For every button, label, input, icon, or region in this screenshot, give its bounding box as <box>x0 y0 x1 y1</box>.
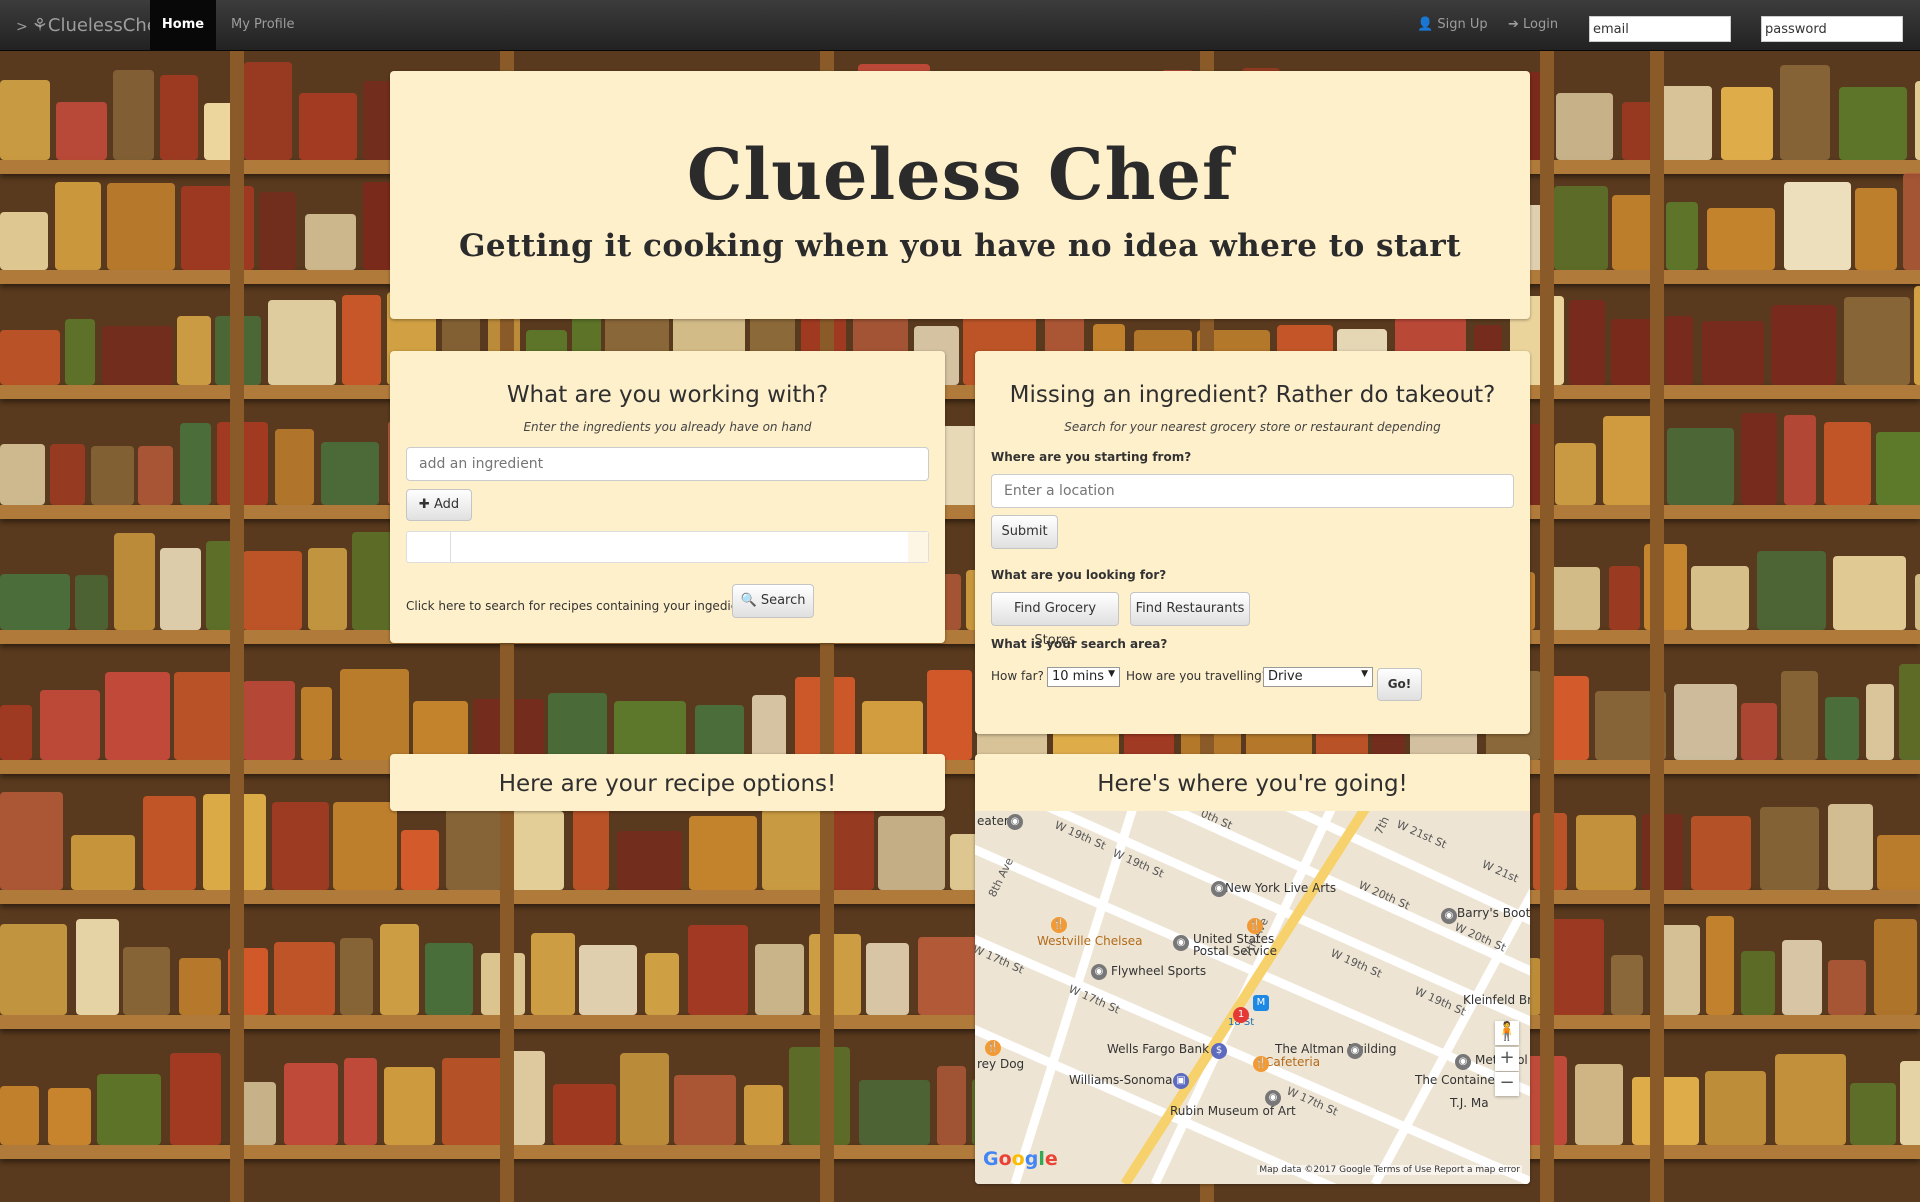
place-flywheel[interactable]: Flywheel Sports <box>1111 964 1206 978</box>
travel-value: Drive <box>1268 669 1303 684</box>
takeout-title: Missing an ingredient? Rather do takeout… <box>1009 382 1496 408</box>
poi-pin-icon[interactable]: ◉ <box>1455 1054 1471 1070</box>
add-ingredient-button[interactable]: ✚ Add <box>406 489 472 521</box>
map-panel: Here's where you're going! New York Live… <box>975 754 1530 1184</box>
distance-value: 10 mins <box>1052 669 1104 684</box>
brand[interactable]: > ⚘CluelessChef <box>16 0 164 51</box>
place-tj[interactable]: T.J. Ma <box>1450 1096 1489 1110</box>
looking-for-label: What are you looking for? <box>991 568 1167 582</box>
place-eater[interactable]: eater <box>977 814 1009 828</box>
search-prompt: Click here to search for recipes contain… <box>406 599 761 613</box>
place-altman-line1[interactable]: The Altman Building <box>1275 1042 1397 1056</box>
poi-pin-icon[interactable]: ◉ <box>1441 908 1457 924</box>
recipes-panel: Here are your recipe options! <box>390 754 945 811</box>
poi-pin-icon[interactable]: ◉ <box>1347 1043 1363 1059</box>
navbar: > ⚘CluelessChef Home My Profile 👤 Sign Up… <box>0 0 1920 51</box>
sign-up-label: Sign Up <box>1437 17 1488 32</box>
map-attribution[interactable]: Map data ©2017 Google Terms of Use Repor… <box>1257 1165 1522 1175</box>
restaurant-icon[interactable]: 🍴 <box>985 1040 1001 1056</box>
restaurant-icon[interactable]: 🍴 <box>1247 918 1263 934</box>
restaurant-icon[interactable]: 🍴 <box>1051 917 1067 933</box>
login-icon: ➔ <box>1508 17 1519 32</box>
map-title: Here's where you're going! <box>1097 771 1408 797</box>
zoom-in-button[interactable]: + <box>1495 1047 1519 1071</box>
travel-label: How are you travelling? <box>1126 669 1269 683</box>
nav-sign-up[interactable]: 👤 Sign Up <box>1417 0 1488 51</box>
search-label: Search <box>760 593 806 608</box>
ingredient-input[interactable] <box>406 447 929 481</box>
takeout-subtitle: Search for your nearest grocery store or… <box>1064 420 1441 434</box>
shopping-icon[interactable]: ▣ <box>1173 1073 1189 1089</box>
plus-icon: ✚ <box>418 497 430 512</box>
find-grocery-button[interactable]: Find Grocery Stores <box>991 592 1119 648</box>
distance-select[interactable]: 10 mins ▼ <box>1047 667 1120 687</box>
add-label: Add <box>433 497 460 512</box>
login-label: Login <box>1523 17 1559 32</box>
bank-icon[interactable]: $ <box>1211 1043 1227 1059</box>
place-usps-line2: Postal Service <box>1193 944 1277 958</box>
poi-pin-icon[interactable]: ◉ <box>1265 1090 1281 1106</box>
nav-login[interactable]: ➔ Login <box>1508 0 1558 51</box>
poi-pin-icon[interactable]: ◉ <box>1007 814 1023 830</box>
poi-pin-icon[interactable]: ◉ <box>1091 964 1107 980</box>
ingredient-list-cell <box>407 532 451 562</box>
place-kleinfeld[interactable]: Kleinfeld Br <box>1463 993 1530 1007</box>
chef-hat-icon: ⚘ <box>31 15 48 36</box>
email-field[interactable] <box>1589 16 1731 42</box>
place-container[interactable]: The Containe <box>1415 1073 1495 1087</box>
submit-button[interactable]: Submit <box>991 515 1058 549</box>
map-view[interactable]: New York Live Arts Barry's Boot Westvill… <box>975 811 1530 1184</box>
place-barrys-boot[interactable]: Barry's Boot <box>1457 906 1530 920</box>
search-area-label: What is your search area? <box>991 637 1168 651</box>
go-button[interactable]: Go! <box>1377 668 1422 701</box>
place-wells-fargo[interactable]: Wells Fargo Bank <box>1107 1042 1209 1056</box>
place-rey-dog[interactable]: rey Dog <box>977 1057 1024 1071</box>
toggle-chevron-icon: > <box>16 19 28 35</box>
ingredient-list-tail <box>908 532 928 562</box>
dropdown-arrow-icon: ▼ <box>1108 669 1115 679</box>
selected-location-marker-icon[interactable]: 1 <box>1233 1007 1249 1023</box>
page-title: Clueless Chef <box>686 133 1234 216</box>
restaurant-icon[interactable]: 🍴 <box>1253 1056 1269 1072</box>
travel-mode-select[interactable]: Drive ▼ <box>1263 667 1373 687</box>
ingredients-panel: What are you working with? Enter the ing… <box>390 351 945 643</box>
how-far-label: How far? <box>991 669 1044 683</box>
place-new-york-live-arts[interactable]: New York Live Arts <box>1225 881 1336 895</box>
poi-pin-icon[interactable]: ◉ <box>1173 935 1189 951</box>
recipes-title: Here are your recipe options! <box>498 771 837 797</box>
ingredient-list <box>406 531 929 563</box>
search-recipes-button[interactable]: 🔍 Search <box>732 584 814 618</box>
place-altman-line2: Cafeteria <box>1265 1055 1321 1069</box>
google-logo: Google <box>983 1148 1058 1170</box>
place-westville[interactable]: Westville Chelsea <box>1037 934 1143 948</box>
user-icon: 👤 <box>1417 17 1434 32</box>
find-restaurants-button[interactable]: Find Restaurants <box>1130 592 1250 626</box>
ingredients-subtitle: Enter the ingredients you already have o… <box>523 420 812 434</box>
poi-pin-icon[interactable]: ◉ <box>1211 881 1227 897</box>
nav-home[interactable]: Home <box>150 0 216 51</box>
zoom-out-button[interactable]: − <box>1495 1072 1519 1096</box>
subway-icon[interactable]: M <box>1253 995 1269 1011</box>
pegman-icon[interactable]: 🧍 <box>1495 1021 1519 1045</box>
brand-label: CluelessChef <box>47 15 165 36</box>
start-location-label: Where are you starting from? <box>991 450 1192 464</box>
ingredients-title: What are you working with? <box>506 382 829 408</box>
dropdown-arrow-icon: ▼ <box>1361 669 1368 679</box>
place-williams-sonoma[interactable]: Williams-Sonoma <box>1069 1073 1173 1087</box>
place-rubin[interactable]: Rubin Museum of Art <box>1170 1104 1296 1118</box>
location-input[interactable] <box>991 474 1514 508</box>
takeout-panel: Missing an ingredient? Rather do takeout… <box>975 351 1530 734</box>
password-field[interactable] <box>1761 16 1903 42</box>
nav-my-profile[interactable]: My Profile <box>231 0 294 51</box>
search-icon: 🔍 <box>740 593 757 608</box>
page-subtitle: Getting it cooking when you have no idea… <box>458 228 1462 264</box>
hero-banner: Clueless Chef Getting it cooking when yo… <box>390 71 1530 319</box>
